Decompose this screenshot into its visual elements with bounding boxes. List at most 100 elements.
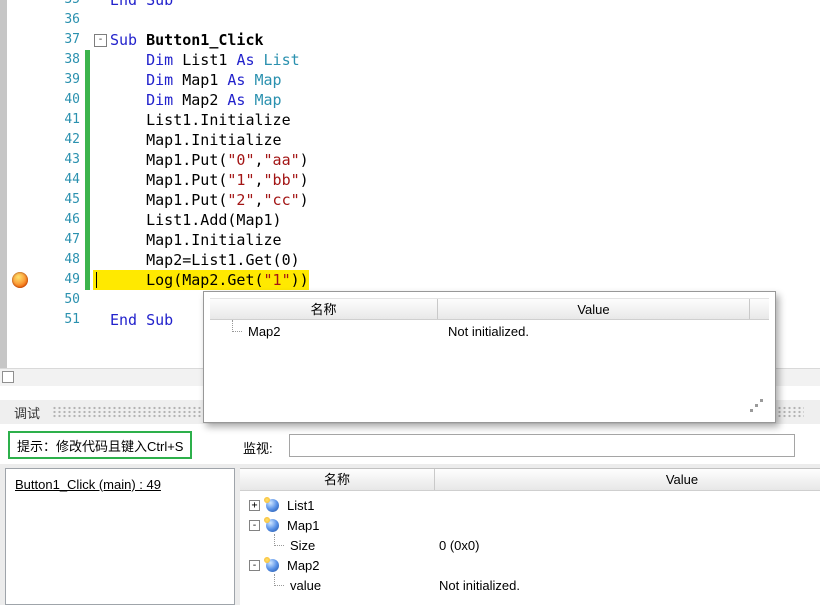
- line-number[interactable]: 48: [38, 250, 83, 270]
- breakpoint-margin[interactable]: [0, 0, 38, 10]
- line-number[interactable]: 42: [38, 130, 83, 150]
- collapse-icon[interactable]: -: [249, 519, 260, 531]
- code-text: Map1.Put("2","cc"): [93, 190, 309, 210]
- line-number[interactable]: 44: [38, 170, 83, 190]
- code-line[interactable]: 40 Dim Map2 As Map: [0, 90, 820, 110]
- change-indicator: [83, 70, 93, 90]
- column-header-value[interactable]: Value: [435, 469, 820, 490]
- line-number[interactable]: 50: [38, 290, 83, 310]
- breakpoint-margin[interactable]: [0, 70, 38, 90]
- breakpoint-margin[interactable]: [0, 310, 38, 330]
- code-token: ): [299, 151, 309, 169]
- breakpoint-margin[interactable]: [0, 190, 38, 210]
- line-number[interactable]: 40: [38, 90, 83, 110]
- watch-input[interactable]: [289, 434, 795, 457]
- code-token: ,: [254, 151, 264, 169]
- splitter-handle[interactable]: [2, 371, 14, 383]
- code-token: End Sub: [110, 311, 174, 329]
- code-line[interactable]: 44 Map1.Put("1","bb"): [0, 170, 820, 190]
- breakpoint-margin[interactable]: [0, 170, 38, 190]
- popup-column-header-name[interactable]: 名称: [210, 299, 438, 319]
- breakpoint-margin[interactable]: [0, 30, 38, 50]
- code-line[interactable]: 42 Map1.Initialize: [0, 130, 820, 150]
- breakpoint-margin[interactable]: [0, 110, 38, 130]
- watch-row[interactable]: - Map2: [240, 555, 820, 575]
- breakpoint-margin[interactable]: [0, 90, 38, 110]
- watch-label: 监视:: [243, 441, 273, 456]
- watch-row-name: - Map1: [240, 515, 435, 535]
- watch-item-label: Map1: [287, 517, 320, 533]
- line-number[interactable]: 35: [38, 0, 83, 10]
- breakpoint-margin[interactable]: [0, 230, 38, 250]
- popup-row[interactable]: Map2 Not initialized.: [210, 320, 769, 342]
- tree-connector-icon: [274, 534, 284, 546]
- watch-row[interactable]: value Not initialized.: [240, 574, 820, 595]
- code-token: List1: [182, 51, 237, 69]
- code-token: "2": [227, 191, 255, 209]
- code-token: Map2=List1.Get(0): [110, 251, 300, 269]
- code-text: Sub Button1_Click: [93, 30, 264, 50]
- change-indicator: [83, 250, 93, 270]
- debug-tooltip-popup: 名称 Value Map2 Not initialized.: [203, 291, 776, 423]
- code-line[interactable]: 46 List1.Add(Map1): [0, 210, 820, 230]
- debug-panel-title: 调试: [14, 405, 41, 421]
- change-indicator: [83, 170, 93, 190]
- code-line[interactable]: 41 List1.Initialize: [0, 110, 820, 130]
- column-header-name[interactable]: 名称: [240, 469, 435, 490]
- breakpoint-margin[interactable]: [0, 210, 38, 230]
- popup-table-header: 名称 Value: [210, 298, 769, 320]
- line-number[interactable]: 39: [38, 70, 83, 90]
- watch-table: 名称 Value + List1 - Map1 Size 0 (0x0) - Map2 valu…: [240, 469, 820, 595]
- code-line[interactable]: 43 Map1.Put("0","aa"): [0, 150, 820, 170]
- line-number[interactable]: 47: [38, 230, 83, 250]
- code-line[interactable]: 37 Sub Button1_Click: [0, 30, 820, 50]
- code-line[interactable]: 39 Dim Map1 As Map: [0, 70, 820, 90]
- change-indicator: [83, 190, 93, 210]
- call-stack-item[interactable]: Button1_Click (main) : 49: [15, 477, 161, 492]
- resize-grip-icon[interactable]: [750, 409, 753, 412]
- line-number[interactable]: 43: [38, 150, 83, 170]
- code-line[interactable]: 45 Map1.Put("2","cc"): [0, 190, 820, 210]
- breakpoint-margin[interactable]: [0, 150, 38, 170]
- code-line[interactable]: 38 Dim List1 As List: [0, 50, 820, 70]
- breakpoint-margin[interactable]: [0, 50, 38, 70]
- line-number[interactable]: 46: [38, 210, 83, 230]
- code-line[interactable]: 36: [0, 10, 820, 30]
- variable-name: Map2: [248, 323, 281, 339]
- change-indicator: [83, 310, 93, 330]
- breakpoint-margin[interactable]: [0, 250, 38, 270]
- code-text: Dim Map2 As Map: [93, 90, 281, 110]
- code-token: As: [236, 51, 264, 69]
- line-number[interactable]: 38: [38, 50, 83, 70]
- line-number[interactable]: 45: [38, 190, 83, 210]
- breakpoint-margin[interactable]: [0, 10, 38, 30]
- watch-row[interactable]: - Map1: [240, 515, 820, 535]
- current-statement-icon[interactable]: [0, 270, 38, 290]
- code-line[interactable]: 49 Log(Map2.Get("1")): [0, 270, 820, 290]
- code-line[interactable]: 35 End Sub: [0, 0, 820, 10]
- expand-icon[interactable]: +: [249, 499, 260, 511]
- code-token: "cc": [263, 191, 300, 209]
- breakpoint-margin[interactable]: [0, 130, 38, 150]
- watch-row[interactable]: + List1: [240, 495, 820, 515]
- line-number[interactable]: 49: [38, 270, 83, 290]
- popup-column-header-value[interactable]: Value: [438, 299, 750, 319]
- collapse-icon[interactable]: -: [249, 559, 260, 571]
- watch-rows: + List1 - Map1 Size 0 (0x0) - Map2 value Not init…: [240, 491, 820, 595]
- line-number[interactable]: 41: [38, 110, 83, 130]
- line-number[interactable]: 36: [38, 10, 83, 30]
- change-indicator: [83, 50, 93, 70]
- line-number[interactable]: 51: [38, 310, 83, 330]
- code-text: Map1.Put("0","aa"): [93, 150, 309, 170]
- line-number[interactable]: 37: [38, 30, 83, 50]
- watch-item-value: Not initialized.: [439, 577, 520, 593]
- code-token: Map1.Put(: [110, 191, 228, 209]
- breakpoint-margin[interactable]: [0, 290, 38, 310]
- code-token: Button1_Click: [146, 31, 264, 49]
- code-line[interactable]: 48 Map2=List1.Get(0): [0, 250, 820, 270]
- watch-row[interactable]: Size 0 (0x0): [240, 534, 820, 555]
- code-line[interactable]: 47 Map1.Initialize: [0, 230, 820, 250]
- popup-row-name: Map2: [210, 320, 438, 342]
- code-token: "aa": [263, 151, 300, 169]
